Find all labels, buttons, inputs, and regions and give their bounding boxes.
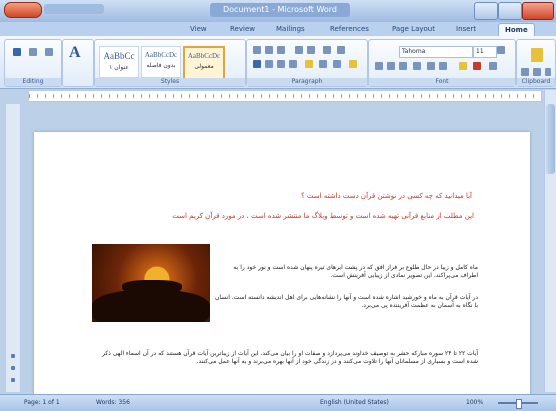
decrease-indent-icon[interactable] <box>295 46 303 54</box>
format-painter-icon[interactable] <box>545 68 551 76</box>
style-name: معمولی <box>194 63 214 70</box>
italic-icon[interactable] <box>387 62 395 70</box>
heading-line-2: این مطلب از منابع قرآنی تهیه شده است و ت… <box>172 212 474 220</box>
ruler-marker <box>11 378 15 382</box>
superscript-icon[interactable] <box>439 62 447 70</box>
office-button[interactable] <box>4 2 42 18</box>
ruler-marker <box>11 366 15 370</box>
document-page[interactable]: آیا میدانید که چه کسی در نوشتن قرآن دست … <box>34 132 530 394</box>
heading-line-1: آیا میدانید که چه کسی در نوشتن قرآن دست … <box>300 192 472 200</box>
minimize-button[interactable] <box>474 2 498 20</box>
close-button[interactable] <box>522 2 554 20</box>
style-sample: AaBbCcDc <box>144 51 178 59</box>
find-icon[interactable] <box>13 48 21 56</box>
quick-access-toolbar[interactable] <box>44 4 104 14</box>
font-group: Tahoma 11 Font <box>368 39 516 87</box>
styles-group: AaBbCc عنوان ۱ AaBbCcDc بدون فاصله AaBbC… <box>94 39 246 87</box>
clipboard-group: Clipboard <box>516 39 556 87</box>
editing-group-label: Editing <box>5 78 61 86</box>
rtl-icon[interactable] <box>349 60 357 68</box>
paragraph-group-label: Paragraph <box>247 78 367 86</box>
change-styles-group[interactable]: A <box>62 39 94 87</box>
tab-references[interactable]: References <box>324 23 375 35</box>
ruler-marker <box>11 354 15 358</box>
horizon-shape <box>92 290 210 322</box>
copy-icon[interactable] <box>533 68 541 76</box>
font-size-box[interactable]: 11 <box>473 46 497 58</box>
paragraph-1: ماه کامل و زیبا در حال طلوع بر فراز افق … <box>233 264 478 279</box>
highlight-icon[interactable] <box>459 62 467 70</box>
bullets-icon[interactable] <box>253 46 261 54</box>
grow-font-icon[interactable] <box>497 46 505 54</box>
underline-icon[interactable] <box>399 62 407 70</box>
vertical-scrollbar[interactable] <box>544 90 556 392</box>
sunset-photo[interactable] <box>92 244 210 322</box>
style-name: عنوان ۱ <box>109 64 129 71</box>
paragraph-group: Paragraph <box>246 39 368 87</box>
page-count[interactable]: Page: 1 of 1 <box>24 399 60 406</box>
paragraph-3: آیات ۲۲ تا ۲۴ سوره مبارکه حشر به توصیف خ… <box>102 350 478 365</box>
replace-icon[interactable] <box>29 48 37 56</box>
sort-icon[interactable] <box>323 46 331 54</box>
increase-indent-icon[interactable] <box>307 46 315 54</box>
strikethrough-icon[interactable] <box>413 62 421 70</box>
shading-icon[interactable] <box>319 60 327 68</box>
ribbon-tabs: Home Insert Page Layout References Maili… <box>0 22 556 36</box>
numbering-icon[interactable] <box>265 46 273 54</box>
show-marks-icon[interactable] <box>337 46 345 54</box>
title-bar: Document1 - Microsoft Word <box>0 0 556 22</box>
clipboard-group-label: Clipboard <box>517 78 555 86</box>
justify-icon[interactable] <box>289 60 297 68</box>
ruler-ticks <box>29 94 541 98</box>
subscript-icon[interactable] <box>427 62 435 70</box>
align-left-icon[interactable] <box>253 60 261 68</box>
style-sample: AaBbCc <box>103 51 135 61</box>
style-no-spacing[interactable]: AaBbCcDc بدون فاصله <box>141 46 181 78</box>
style-name: بدون فاصله <box>146 62 176 69</box>
editing-group: Editing <box>4 39 62 87</box>
font-name-box[interactable]: Tahoma <box>399 46 473 58</box>
zoom-slider[interactable] <box>498 399 538 409</box>
tab-mailings[interactable]: Mailings <box>270 23 311 35</box>
style-heading1[interactable]: AaBbCc عنوان ۱ <box>99 46 139 78</box>
tab-page-layout[interactable]: Page Layout <box>386 23 441 35</box>
status-bar: Page: 1 of 1 Words: 356 English (United … <box>0 394 556 411</box>
zoom-slider-knob[interactable] <box>516 399 522 409</box>
style-sample: AaBbCcDc <box>187 52 221 60</box>
tab-review[interactable]: Review <box>224 23 261 35</box>
align-center-icon[interactable] <box>265 60 273 68</box>
zoom-level[interactable]: 100% <box>466 399 483 406</box>
paste-icon[interactable] <box>531 48 543 62</box>
tab-insert[interactable]: Insert <box>450 23 482 35</box>
ribbon: Editing A AaBbCc عنوان ۱ AaBbCcDc بدون ف… <box>0 36 556 89</box>
scrollbar-thumb[interactable] <box>546 104 555 174</box>
align-right-icon[interactable] <box>277 60 285 68</box>
window-title: Document1 - Microsoft Word <box>210 3 350 17</box>
bold-icon[interactable] <box>375 62 383 70</box>
horizontal-ruler[interactable] <box>28 90 542 102</box>
font-color-icon[interactable] <box>473 62 481 70</box>
line-spacing-icon[interactable] <box>305 60 313 68</box>
word-count[interactable]: Words: 356 <box>96 399 130 406</box>
tab-home[interactable]: Home <box>498 23 535 36</box>
cut-icon[interactable] <box>521 68 529 76</box>
borders-icon[interactable] <box>333 60 341 68</box>
styles-group-label: Styles <box>95 78 245 86</box>
select-icon[interactable] <box>45 48 53 56</box>
language-indicator[interactable]: English (United States) <box>320 399 389 406</box>
tab-view[interactable]: View <box>184 23 213 35</box>
vertical-ruler[interactable] <box>6 104 21 392</box>
change-styles-icon[interactable]: A <box>69 44 81 62</box>
font-group-label: Font <box>369 78 515 86</box>
multilevel-icon[interactable] <box>277 46 285 54</box>
maximize-button[interactable] <box>498 2 522 20</box>
style-normal[interactable]: AaBbCcDc معمولی <box>183 46 225 80</box>
paragraph-2: در آیات قرآن به ماه و خورشید اشاره شده ا… <box>214 294 478 309</box>
clear-format-icon[interactable] <box>489 62 497 70</box>
